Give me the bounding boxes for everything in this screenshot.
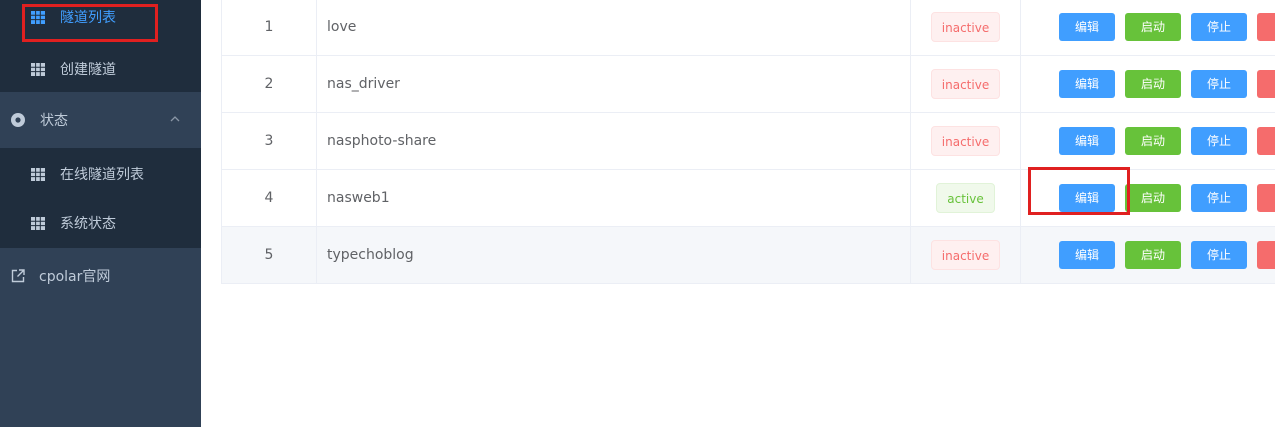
start-button[interactable]: 启动 <box>1125 184 1181 212</box>
sidebar-group-status[interactable]: 状态 <box>0 92 201 148</box>
edit-button[interactable]: 编辑 <box>1059 241 1115 269</box>
start-button[interactable]: 启动 <box>1125 13 1181 41</box>
grid-icon <box>31 216 45 230</box>
row-actions: 编辑 启动 停止 删 <box>1021 0 1275 55</box>
edit-button[interactable]: 编辑 <box>1059 127 1115 155</box>
sidebar-item-label: 在线隧道列表 <box>60 167 144 183</box>
grid-icon <box>31 167 45 181</box>
status-badge: inactive <box>930 240 1001 270</box>
delete-button[interactable]: 删 <box>1257 70 1275 98</box>
status-badge: inactive <box>930 126 1001 156</box>
row-actions: 编辑 启动 停止 删 <box>1021 113 1275 169</box>
row-index: 3 <box>222 113 317 169</box>
circle-dot-icon <box>10 112 26 128</box>
external-link-icon <box>10 268 26 284</box>
edit-button[interactable]: 编辑 <box>1059 13 1115 41</box>
row-actions: 编辑 启动 停止 删 <box>1021 56 1275 112</box>
grid-icon <box>31 62 45 76</box>
row-index: 4 <box>222 170 317 226</box>
stop-button[interactable]: 停止 <box>1191 13 1247 41</box>
highlight-box-edit <box>1028 167 1130 215</box>
delete-button[interactable]: 删 <box>1257 184 1275 212</box>
stop-button[interactable]: 停止 <box>1191 184 1247 212</box>
edit-button[interactable]: 编辑 <box>1059 70 1115 98</box>
status-badge: active <box>936 183 995 213</box>
row-index: 2 <box>222 56 317 112</box>
tunnel-name: love <box>317 0 911 55</box>
row-index: 1 <box>222 0 317 55</box>
tunnel-name: typechoblog <box>317 227 911 283</box>
table-row: 3 nasphoto-share inactive 编辑 启动 停止 删 <box>222 113 1275 170</box>
tunnel-name: nasweb1 <box>317 170 911 226</box>
sidebar: 隧道列表 创建隧道 状态 在线隧道列表 系统状态 cpolar官网 <box>0 0 201 427</box>
delete-button[interactable]: 删 <box>1257 13 1275 41</box>
row-actions: 编辑 启动 停止 删 <box>1021 227 1275 283</box>
sidebar-item-system-status[interactable]: 系统状态 <box>0 198 201 248</box>
sidebar-item-label: cpolar官网 <box>39 269 111 285</box>
delete-button[interactable]: 删 <box>1257 127 1275 155</box>
tunnel-name: nas_driver <box>317 56 911 112</box>
tunnel-table: 1 love inactive 编辑 启动 停止 删 2 nas_driver … <box>221 0 1275 284</box>
table-row: 1 love inactive 编辑 启动 停止 删 <box>222 0 1275 56</box>
sidebar-link-cpolar-site[interactable]: cpolar官网 <box>0 248 201 304</box>
delete-button[interactable]: 删 <box>1257 241 1275 269</box>
start-button[interactable]: 启动 <box>1125 241 1181 269</box>
start-button[interactable]: 启动 <box>1125 70 1181 98</box>
highlight-box-menu <box>22 4 158 42</box>
table-row: 5 typechoblog inactive 编辑 启动 停止 删 <box>222 227 1275 284</box>
sidebar-group-label: 状态 <box>40 113 68 129</box>
chevron-up-icon <box>169 113 181 125</box>
sidebar-item-label: 创建隧道 <box>60 62 116 78</box>
tunnel-name: nasphoto-share <box>317 113 911 169</box>
sidebar-item-create-tunnel[interactable]: 创建隧道 <box>0 43 201 95</box>
stop-button[interactable]: 停止 <box>1191 70 1247 98</box>
sidebar-item-label: 系统状态 <box>60 216 116 232</box>
status-badge: inactive <box>930 12 1001 42</box>
start-button[interactable]: 启动 <box>1125 127 1181 155</box>
row-index: 5 <box>222 227 317 283</box>
stop-button[interactable]: 停止 <box>1191 127 1247 155</box>
status-badge: inactive <box>930 69 1001 99</box>
stop-button[interactable]: 停止 <box>1191 241 1247 269</box>
sidebar-item-online-tunnels[interactable]: 在线隧道列表 <box>0 148 201 200</box>
table-row: 2 nas_driver inactive 编辑 启动 停止 删 <box>222 56 1275 113</box>
